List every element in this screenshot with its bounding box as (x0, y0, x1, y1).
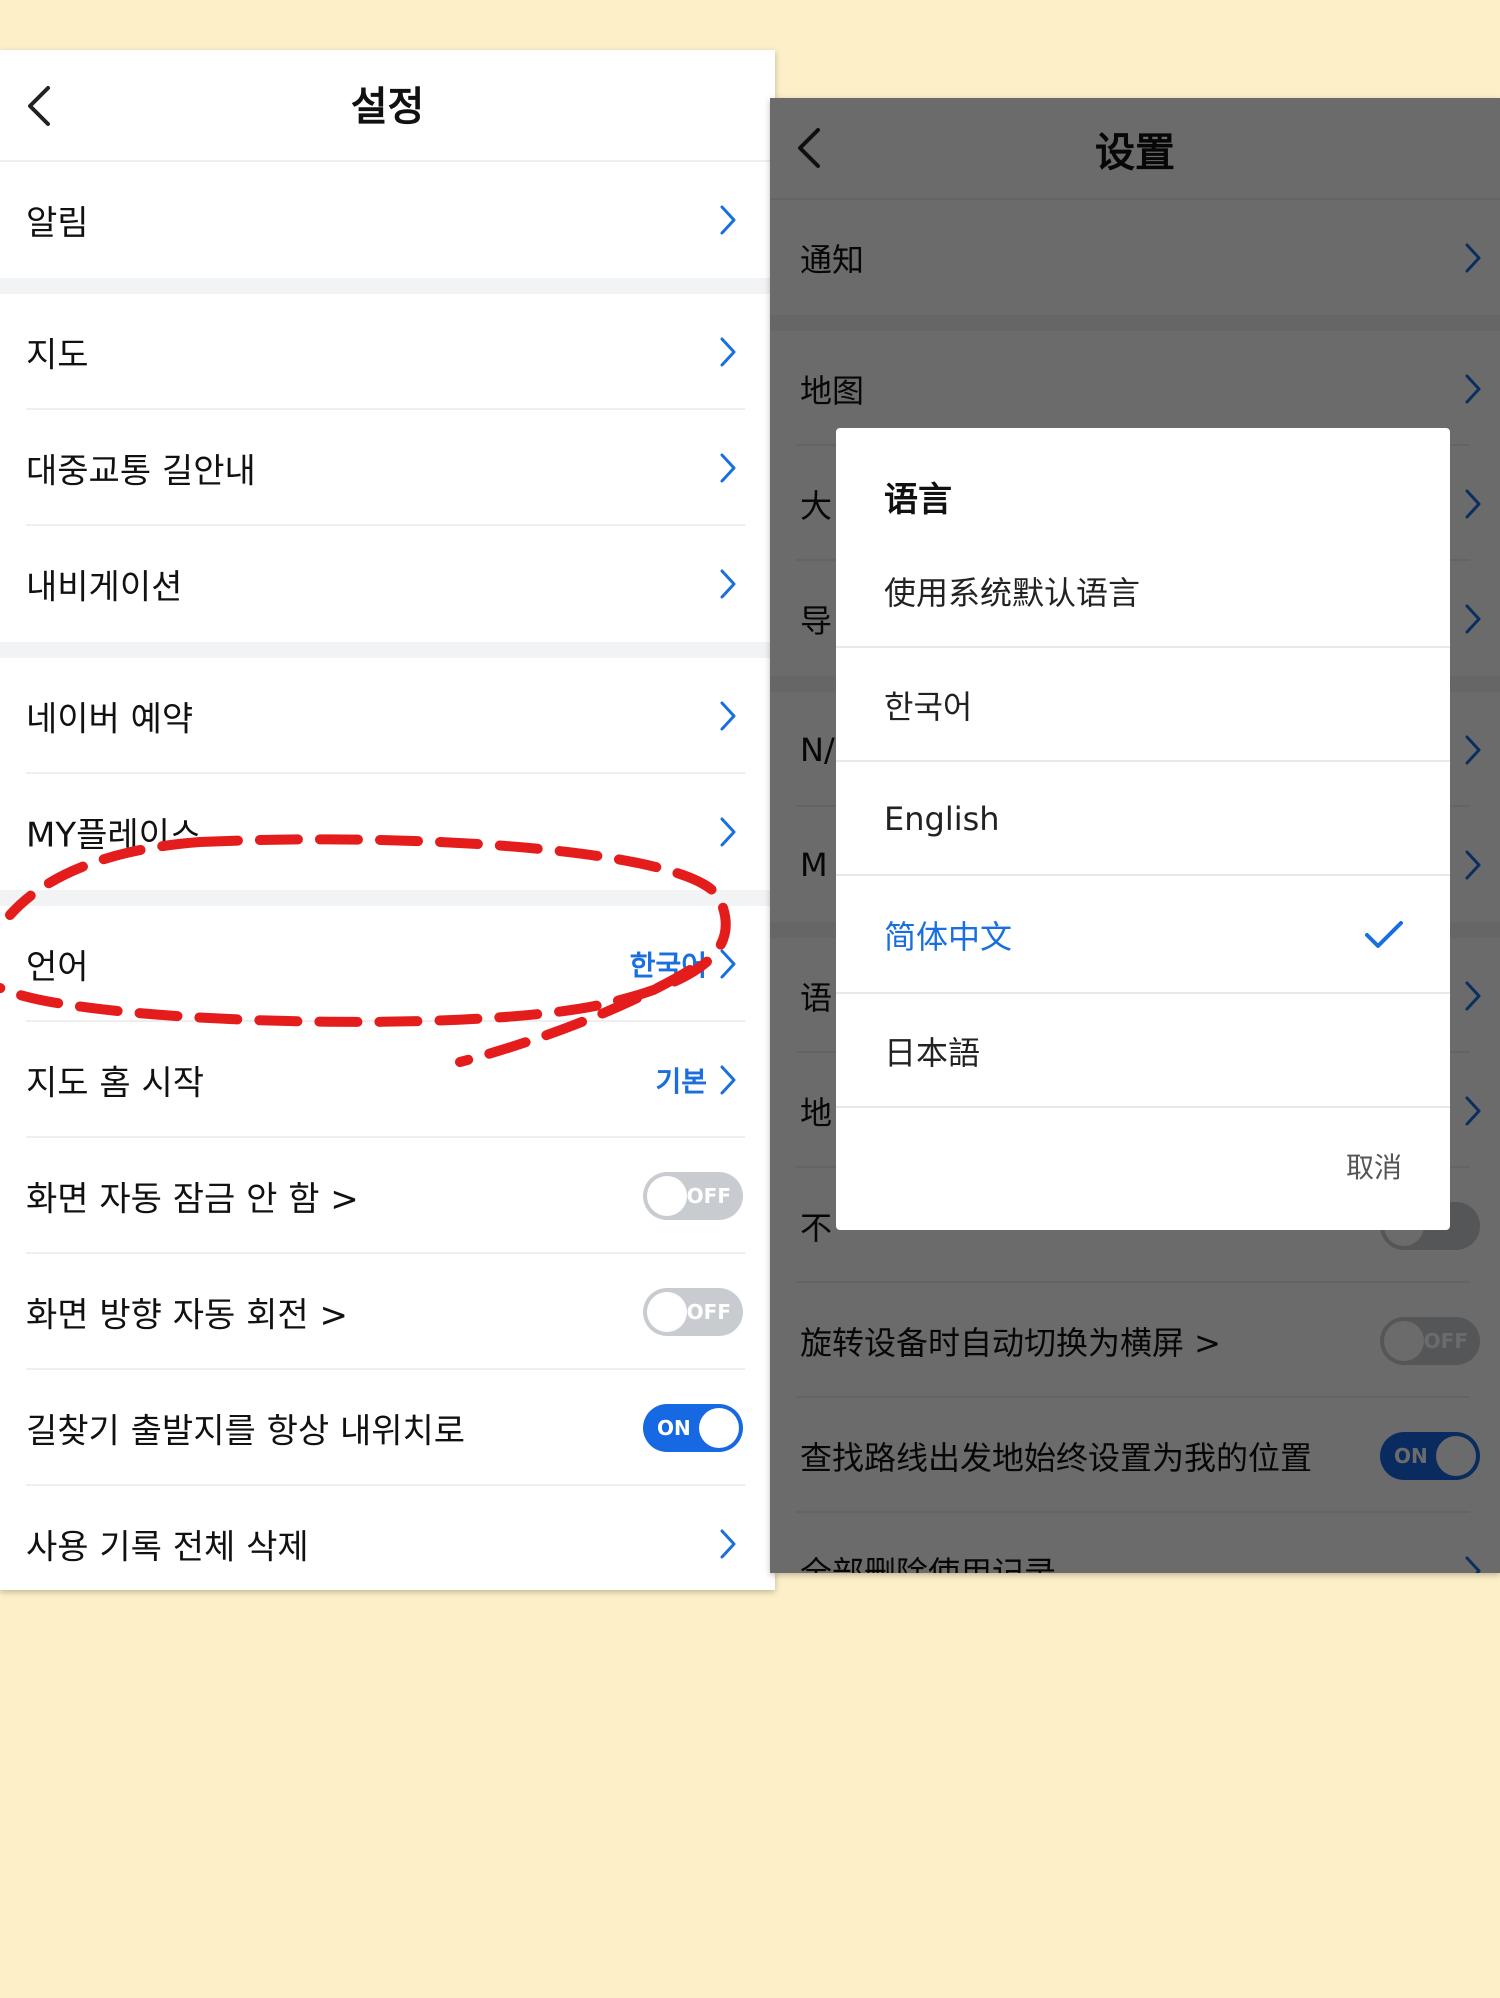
chevron-right-icon (1465, 243, 1481, 272)
auto-lock-toggle[interactable]: OFF (643, 1172, 743, 1220)
chevron-right-icon (720, 337, 736, 367)
toggle-knob (647, 1292, 687, 1332)
auto-rotate-toggle[interactable]: OFF (1380, 1316, 1480, 1365)
language-option-korean[interactable]: 한국어 (836, 648, 1450, 762)
settings-header: 설정 (0, 50, 775, 162)
start-my-location-toggle[interactable]: ON (643, 1404, 743, 1452)
language-option-system-default[interactable]: 使用系统默认语言 (836, 534, 1450, 648)
language-option-japanese[interactable]: 日本語 (836, 994, 1450, 1108)
settings-row-map[interactable]: 지도 (0, 294, 775, 410)
row-label: 导 (800, 601, 833, 640)
row-label[interactable]: 旋转设备时自动切换为横屏 > (800, 1318, 1221, 1364)
page-title: 설정 (350, 84, 425, 130)
chevron-right-icon (1465, 850, 1481, 879)
language-option-english[interactable]: English (836, 762, 1450, 876)
toggle-knob (1436, 1435, 1476, 1476)
toggle-knob (699, 1408, 739, 1448)
chevron-right-icon (720, 1065, 736, 1095)
chevron-right-icon (720, 1529, 736, 1559)
option-label: 한국어 (884, 688, 973, 726)
chevron-right-icon (1465, 489, 1481, 518)
row-label: MY플레이스 (26, 815, 202, 856)
row-label[interactable]: 화면 방향 자동 회전 > (26, 1288, 348, 1337)
row-label: 지도 (26, 335, 89, 376)
row-label: 语 (800, 978, 833, 1017)
section-divider (770, 315, 1500, 331)
settings-row-clear-history[interactable]: 全部删除使用记录 (770, 1513, 1500, 1573)
settings-row-naver-booking[interactable]: 네이버 예약 (0, 658, 775, 774)
settings-row-auto-lock: 화면 자동 잠금 안 함 > OFF (0, 1138, 775, 1254)
settings-row-start-my-location: 길찾기 출발지를 항상 내위치로 ON (0, 1370, 775, 1486)
row-label: 대중교통 길안내 (26, 451, 256, 492)
chevron-right-icon (1465, 1096, 1481, 1125)
row-label: 내비게이션 (26, 567, 183, 608)
settings-row-transit[interactable]: 대중교통 길안내 (0, 410, 775, 526)
option-label: 日本語 (884, 1034, 981, 1072)
settings-row-my-place[interactable]: MY플레이스 (0, 774, 775, 890)
row-label: 길찾기 출발지를 항상 내위치로 (26, 1411, 466, 1452)
dialog-title: 语言 (884, 480, 952, 520)
row-label: 언어 (26, 947, 89, 988)
settings-row-notifications[interactable]: 알림 (0, 162, 775, 278)
row-label: 사용 기록 전체 삭제 (26, 1527, 309, 1568)
section-divider (0, 890, 775, 906)
chevron-right-icon (720, 817, 736, 847)
row-label: 大 (800, 486, 833, 525)
chevron-right-icon (720, 453, 736, 483)
language-option-simplified-chinese[interactable]: 简体中文 (836, 876, 1450, 994)
option-label: 使用系统默认语言 (884, 574, 1141, 612)
chevron-right-icon (720, 949, 736, 979)
row-label: 通知 (800, 240, 865, 279)
chevron-right-icon (1465, 1556, 1481, 1573)
row-label: N/ (800, 730, 835, 769)
section-divider (0, 278, 775, 294)
settings-row-auto-rotate: 화면 방향 자동 회전 > OFF (0, 1254, 775, 1370)
korean-settings-screen: 설정 알림 지도 대중교통 길안내 내비게이션 네이버 예약 MY플레이스 언어… (0, 50, 775, 1590)
chevron-right-icon (1465, 735, 1481, 764)
chevron-right-icon (1465, 374, 1481, 403)
toggle-state-label: OFF (1423, 1328, 1468, 1353)
settings-row-auto-rotate: 旋转设备时自动切换为横屏 > OFF (770, 1283, 1500, 1398)
page-title: 设置 (1095, 130, 1175, 176)
chevron-right-icon (720, 569, 736, 599)
toggle-state-label: ON (657, 1416, 691, 1440)
toggle-knob (1384, 1320, 1424, 1361)
row-label[interactable]: 화면 자동 잠금 안 함 > (26, 1172, 359, 1221)
chevron-right-icon (720, 205, 736, 235)
checkmark-icon (1365, 921, 1403, 948)
chevron-right-icon (1465, 981, 1481, 1010)
settings-row-clear-history[interactable]: 사용 기록 전체 삭제 (0, 1486, 775, 1590)
settings-row-language[interactable]: 언어 한국어 (0, 906, 775, 1022)
chevron-right-icon (1465, 604, 1481, 633)
option-label: English (884, 800, 1000, 838)
settings-row-map-home[interactable]: 지도 홈 시작 기본 (0, 1022, 775, 1138)
start-my-location-toggle[interactable]: ON (1380, 1431, 1480, 1480)
chevron-right-icon (720, 701, 736, 731)
row-label: 全部删除使用记录 (800, 1553, 1057, 1574)
section-divider (0, 642, 775, 658)
settings-header: 设置 (770, 98, 1500, 200)
settings-row-start-my-location: 查找路线出发地始终设置为我的位置 ON (770, 1398, 1500, 1513)
row-label: 알림 (26, 203, 89, 244)
cancel-button[interactable]: 取消 (1346, 1146, 1402, 1186)
settings-row-notifications[interactable]: 通知 (770, 200, 1500, 315)
toggle-state-label: ON (1394, 1443, 1428, 1468)
toggle-state-label: OFF (686, 1184, 731, 1208)
auto-rotate-toggle[interactable]: OFF (643, 1288, 743, 1336)
row-label: 네이버 예약 (26, 699, 194, 740)
language-value: 한국어 (629, 949, 707, 982)
row-label: 지도 홈 시작 (26, 1063, 205, 1104)
chinese-settings-screen: 设置 通知 地图 大 导 N/ M 语 地 不 旋转设备时自动切换为横屏 > O… (770, 98, 1500, 1573)
language-dialog: 语言 使用系统默认语言 한국어 English 简体中文 日本語 取消 (836, 428, 1450, 1230)
map-home-value: 기본 (655, 1065, 707, 1098)
row-label: M (800, 845, 828, 884)
toggle-state-label: OFF (686, 1300, 731, 1324)
row-label: 不 (800, 1208, 833, 1247)
option-label: 简体中文 (884, 918, 1013, 956)
toggle-knob (647, 1176, 687, 1216)
row-label: 地 (800, 1093, 833, 1132)
settings-row-navigation[interactable]: 내비게이션 (0, 526, 775, 642)
row-label: 地图 (800, 371, 865, 410)
row-label: 查找路线出发地始终设置为我的位置 (800, 1438, 1313, 1477)
